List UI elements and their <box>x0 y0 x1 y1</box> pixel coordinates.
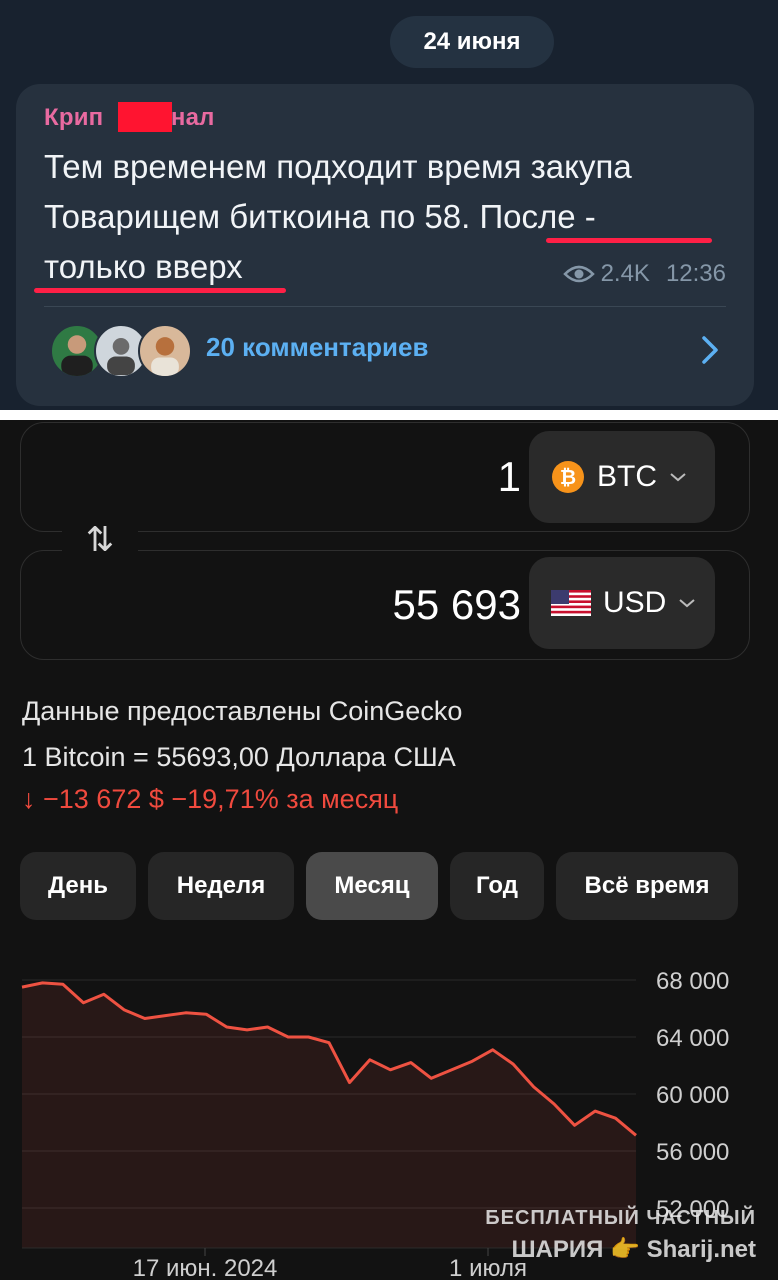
avatar <box>138 324 192 378</box>
y-tick-label: 64 000 <box>656 1025 729 1052</box>
y-tick-label: 68 000 <box>656 968 729 995</box>
pointing-hand-icon: 👉 <box>610 1236 640 1263</box>
eye-icon <box>562 265 595 283</box>
date-pill: 24 июня <box>390 16 554 68</box>
message-line: Тем временем подходит время закупа <box>44 148 632 185</box>
chevron-down-icon <box>670 473 686 482</box>
watermark-line2-right: Sharij.net <box>646 1236 756 1263</box>
swap-arrows-icon[interactable]: ⇅ <box>62 514 138 566</box>
chevron-right-icon[interactable] <box>698 334 722 366</box>
bitcoin-icon: ₿ <box>552 461 584 493</box>
message-meta: 2.4K 12:36 <box>562 260 726 288</box>
red-underline <box>34 288 286 293</box>
y-tick-label: 60 000 <box>656 1082 729 1109</box>
period-tabs: День Неделя Месяц Год Всё время <box>20 852 738 922</box>
divider <box>44 306 726 307</box>
from-currency-code: BTC <box>597 460 657 493</box>
comments-link[interactable]: 20 комментариев <box>206 332 429 363</box>
chevron-down-icon <box>679 599 695 608</box>
channel-name-prefix: Крип <box>44 104 104 131</box>
tab-month[interactable]: Месяц <box>306 852 438 920</box>
watermark-line2-left: ШАРИЯ <box>511 1236 604 1263</box>
view-count: 2.4K <box>600 260 650 287</box>
watermark-line1: БЕСПЛАТНЫЙ ЧАСТНЫЙ <box>485 1207 756 1229</box>
tab-week[interactable]: Неделя <box>148 852 294 920</box>
red-underline <box>546 238 712 243</box>
currency-converter: 1 ₿ BTC 55 693 USD ⇅ Данные предоставлен… <box>0 420 778 1280</box>
to-row: 55 693 USD <box>20 550 750 660</box>
svg-text:₿: ₿ <box>560 465 576 489</box>
x-tick-label: 17 июн. 2024 <box>133 1255 278 1280</box>
telegram-post-screenshot: 24 июня Крип анал Тем временем подходит в… <box>0 0 778 410</box>
redaction-box <box>118 102 172 132</box>
from-currency-select[interactable]: ₿ BTC <box>529 431 715 523</box>
data-source: Данные предоставлены CoinGecko <box>22 696 463 726</box>
from-amount-input[interactable]: 1 <box>498 453 521 501</box>
to-currency-select[interactable]: USD <box>529 557 715 649</box>
tab-year[interactable]: Год <box>450 852 544 920</box>
to-amount-input[interactable]: 55 693 <box>393 581 521 629</box>
watermark: БЕСПЛАТНЫЙ ЧАСТНЫЙ ШАРИЯ 👉 Sharij.net <box>485 1202 756 1266</box>
message-bubble: Крип анал Тем временем подходит время зак… <box>16 84 754 406</box>
monthly-change: ↓ −13 672 $ −19,71% за месяц <box>22 784 399 814</box>
message-time: 12:36 <box>665 260 726 287</box>
message-line: Товарищем биткоина по 58. После - <box>44 198 596 235</box>
commenter-avatars[interactable] <box>50 324 192 380</box>
image-separator <box>0 410 778 420</box>
tab-day[interactable]: День <box>20 852 136 920</box>
us-flag-icon <box>551 590 591 616</box>
exchange-rate: 1 Bitcoin = 55693,00 Доллара США <box>22 742 456 772</box>
y-tick-label: 56 000 <box>656 1139 729 1166</box>
tab-all-time[interactable]: Всё время <box>556 852 738 920</box>
to-currency-code: USD <box>603 586 667 619</box>
